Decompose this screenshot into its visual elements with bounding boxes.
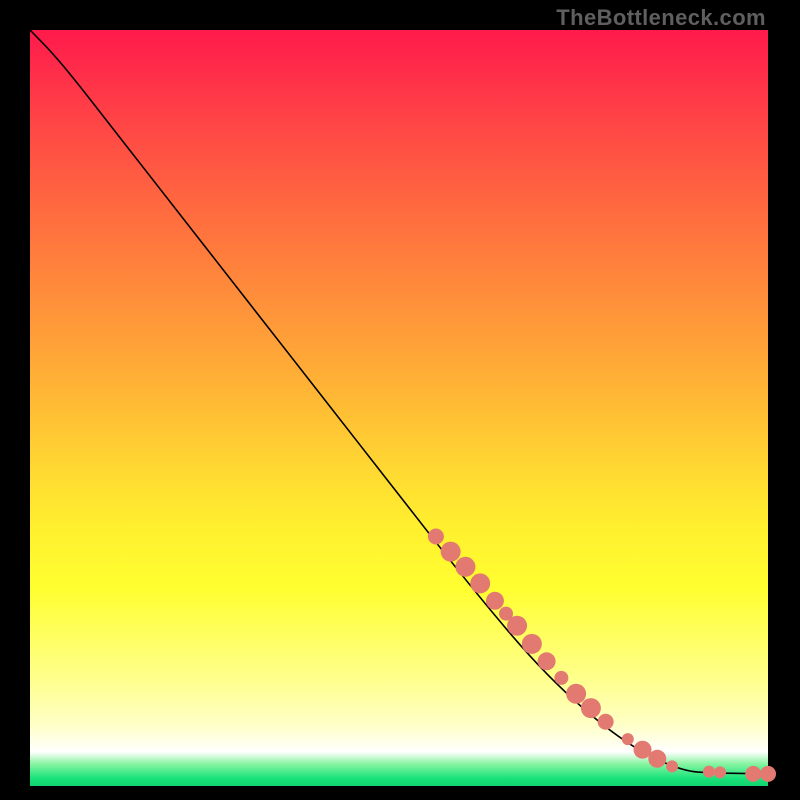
data-marker — [666, 760, 678, 772]
data-marker — [648, 750, 666, 768]
data-marker — [714, 766, 726, 778]
data-marker — [703, 766, 715, 778]
data-marker — [507, 616, 527, 636]
data-marker — [441, 542, 461, 562]
chart-svg — [30, 30, 768, 786]
data-marker — [455, 557, 475, 577]
watermark-text: TheBottleneck.com — [556, 5, 766, 31]
data-marker — [760, 766, 776, 782]
data-marker — [622, 733, 634, 745]
data-marker — [428, 529, 444, 545]
marker-layer — [428, 529, 776, 782]
data-marker — [745, 766, 761, 782]
data-marker — [566, 684, 586, 704]
data-marker — [598, 714, 614, 730]
data-marker — [486, 592, 504, 610]
data-marker — [554, 671, 568, 685]
chart-plot-area — [30, 30, 768, 786]
data-marker — [470, 573, 490, 593]
data-marker — [522, 634, 542, 654]
bottleneck-curve — [30, 30, 768, 774]
data-marker — [581, 698, 601, 718]
data-marker — [538, 652, 556, 670]
